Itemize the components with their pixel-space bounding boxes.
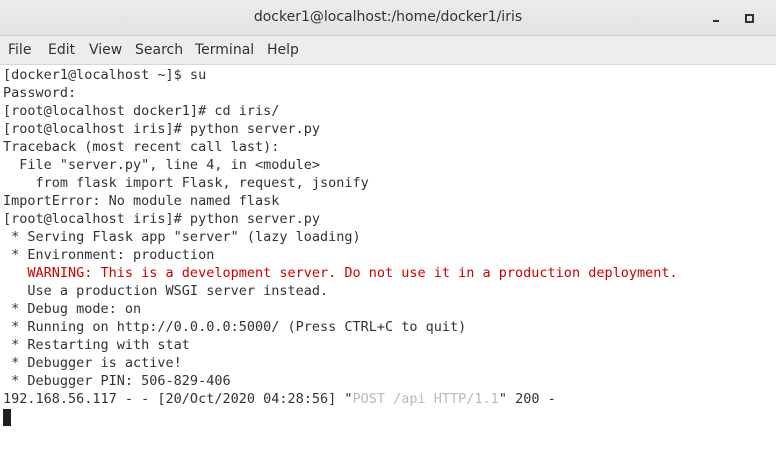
terminal-line: [root@localhost iris]# python server.py: [3, 211, 320, 227]
terminal-line: File "server.py", line 4, in <module>: [3, 157, 320, 173]
terminal-line: [docker1@localhost ~]$ su: [3, 67, 207, 83]
menu-view[interactable]: View: [89, 42, 122, 58]
minimize-button[interactable]: [706, 8, 726, 28]
text-cursor: [3, 409, 11, 426]
log-suffix: " 200 -: [498, 391, 556, 407]
title-bar[interactable]: docker1@localhost:/home/docker1/iris: [0, 0, 776, 36]
terminal-line: Use a production WSGI server instead.: [3, 283, 329, 299]
request-log-line: 192.168.56.117 - - [20/Oct/2020 04:28:56…: [3, 390, 776, 408]
terminal-line: Traceback (most recent call last):: [3, 139, 280, 155]
log-prefix: 192.168.56.117 - - [20/Oct/2020 04:28:56…: [3, 391, 353, 407]
terminal-line: * Debugger PIN: 506-829-406: [3, 373, 231, 389]
warning-line: WARNING: This is a development server. D…: [3, 265, 678, 281]
maximize-button[interactable]: [739, 8, 759, 28]
terminal-line: [root@localhost docker1]# cd iris/: [3, 103, 280, 119]
prompt-line: [3, 408, 776, 426]
minimize-icon: [713, 20, 719, 22]
menu-help[interactable]: Help: [267, 42, 299, 58]
menu-edit[interactable]: Edit: [48, 42, 75, 58]
menu-file[interactable]: File: [8, 42, 31, 58]
terminal-line: Password:: [3, 85, 77, 101]
terminal-line: from flask import Flask, request, jsonif…: [3, 175, 369, 191]
log-request: POST /api HTTP/1.1: [352, 391, 499, 407]
maximize-icon: [744, 13, 754, 23]
menu-search[interactable]: Search: [135, 42, 183, 58]
terminal-line: * Restarting with stat: [3, 337, 190, 353]
terminal-line: * Running on http://0.0.0.0:5000/ (Press…: [3, 319, 467, 335]
terminal-line: * Environment: production: [3, 247, 215, 263]
window-title: docker1@localhost:/home/docker1/iris: [253, 9, 523, 25]
terminal-line: * Debug mode: on: [3, 301, 142, 317]
terminal-line: [root@localhost iris]# python server.py: [3, 121, 320, 137]
terminal-line: * Debugger is active!: [3, 355, 182, 371]
terminal-window: docker1@localhost:/home/docker1/iris Fil…: [0, 0, 776, 459]
terminal-output[interactable]: [docker1@localhost ~]$ su Password: [roo…: [0, 65, 776, 459]
menu-terminal[interactable]: Terminal: [195, 42, 254, 58]
terminal-line: * Serving Flask app "server" (lazy loadi…: [3, 229, 361, 245]
terminal-line: ImportError: No module named flask: [3, 193, 280, 209]
menu-bar: File Edit View Search Terminal Help: [0, 36, 776, 65]
